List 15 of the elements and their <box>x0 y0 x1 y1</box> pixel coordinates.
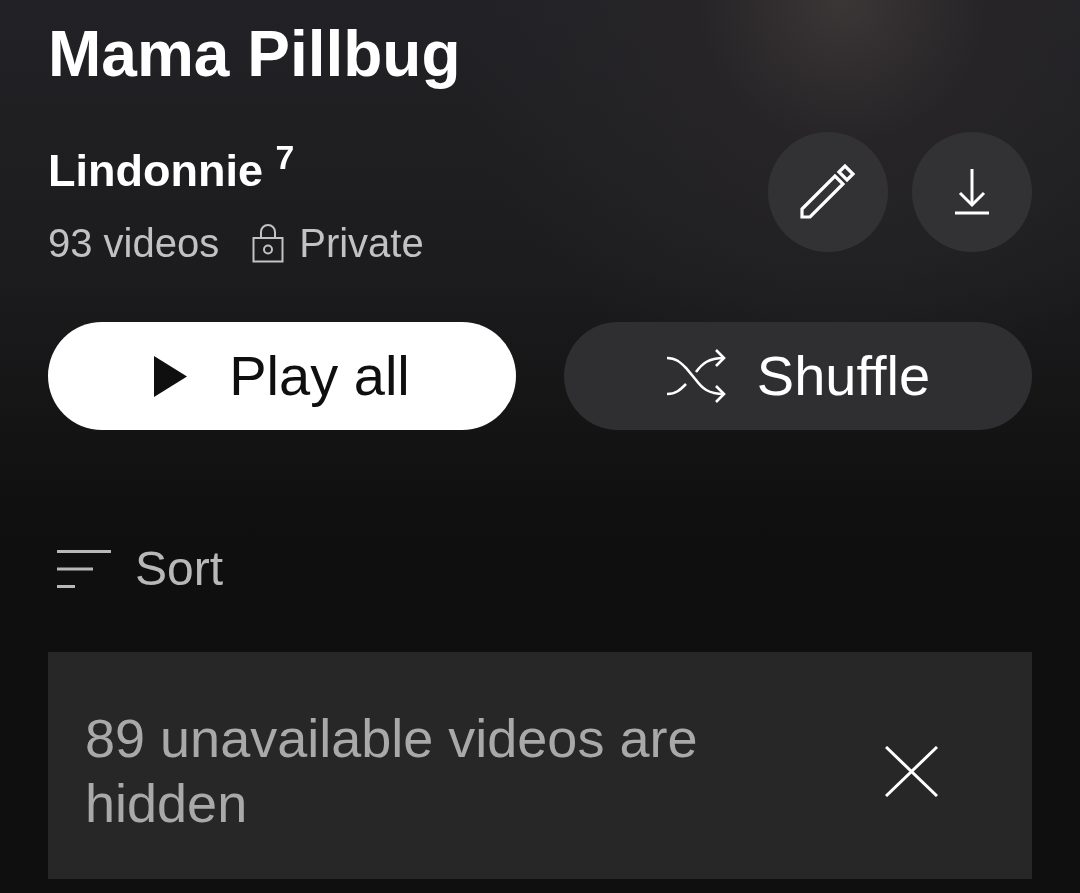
download-icon <box>955 169 989 215</box>
shuffle-button[interactable]: Shuffle <box>564 322 1032 430</box>
privacy-label: Private <box>299 223 424 263</box>
play-all-button[interactable]: Play all <box>48 322 516 430</box>
owner-name[interactable]: Lindonnie $^{7}$ <box>48 148 295 193</box>
shuffle-icon <box>665 348 727 404</box>
sort-button[interactable]: Sort <box>48 545 224 593</box>
video-count: 93 videos <box>48 223 220 263</box>
notice-text: 89 unavailable videos are hidden <box>85 707 699 835</box>
play-icon <box>154 355 188 397</box>
pencil-icon <box>800 164 856 220</box>
close-button[interactable] <box>885 745 938 797</box>
lock-icon <box>252 223 285 263</box>
close-icon <box>885 745 938 797</box>
sort-icon <box>57 550 111 588</box>
